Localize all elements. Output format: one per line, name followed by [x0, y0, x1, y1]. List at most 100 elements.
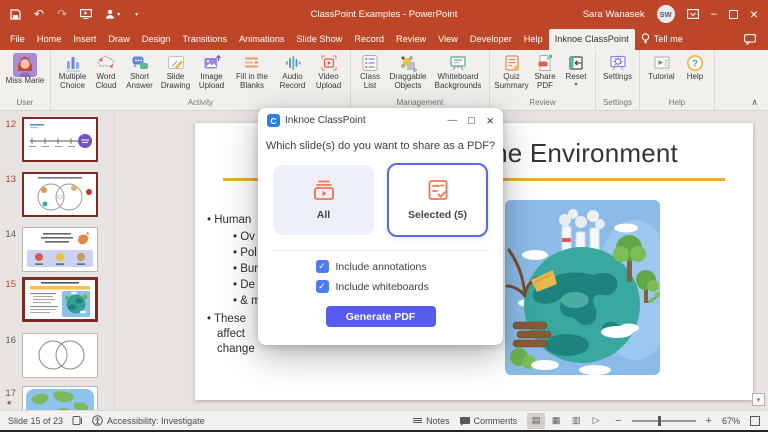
- zoom-slider-thumb[interactable]: [658, 415, 662, 426]
- tab-animations[interactable]: Animations: [233, 29, 290, 50]
- customize-qat-icon[interactable]: ▾: [135, 11, 138, 18]
- thumbnail-slide-14[interactable]: [22, 227, 98, 272]
- svg-text:?: ?: [692, 58, 698, 69]
- notes-toggle[interactable]: Notes: [413, 416, 450, 426]
- tab-developer[interactable]: Developer: [464, 29, 518, 50]
- thumbnail-slide-17[interactable]: [22, 386, 98, 410]
- zoom-level[interactable]: 67%: [722, 416, 740, 426]
- image-upload-button[interactable]: Image Upload: [195, 53, 228, 91]
- undo-icon[interactable]: ↶: [34, 8, 44, 20]
- share-pdf-dialog: C Inknoe ClassPoint — × Which slide(s) d…: [258, 108, 503, 345]
- option-selected-label: Selected (5): [408, 209, 467, 221]
- tab-record[interactable]: Record: [348, 29, 390, 50]
- video-upload-icon: [320, 55, 337, 71]
- fit-to-window-button[interactable]: [750, 415, 760, 426]
- reset-icon: [569, 56, 583, 70]
- tell-me-search[interactable]: Tell me: [635, 28, 689, 50]
- dialog-close-button[interactable]: ×: [486, 114, 494, 127]
- generate-pdf-button[interactable]: Generate PDF: [325, 306, 436, 327]
- slide-number: 16: [5, 335, 16, 346]
- ribbon-group-settings: Settings Settings: [596, 50, 640, 110]
- slide-number: 12: [5, 119, 16, 130]
- comments-toggle[interactable]: Comments: [459, 416, 517, 426]
- account-avatar[interactable]: SW: [656, 5, 675, 23]
- option-all-card[interactable]: All: [273, 165, 374, 235]
- thumbnail-slide-15-current[interactable]: [22, 277, 98, 322]
- zoom-out-button[interactable]: −: [615, 415, 621, 427]
- slide-bullet: These: [207, 313, 246, 325]
- reset-button[interactable]: Reset ▾: [562, 53, 590, 89]
- tab-inknoe-classpoint[interactable]: Inknoe ClassPoint: [548, 29, 635, 50]
- dialog-minimize-button[interactable]: —: [447, 115, 457, 126]
- tab-view[interactable]: View: [432, 29, 464, 50]
- ribbon-display-options-icon[interactable]: [686, 9, 699, 19]
- include-annotations-row[interactable]: ✓ Include annotations: [315, 260, 446, 273]
- collapse-ribbon-icon[interactable]: ∧: [751, 97, 758, 108]
- zoom-slider[interactable]: [631, 415, 696, 426]
- user-presence-icon[interactable]: ▾: [105, 9, 120, 19]
- slide-number: 17: [5, 388, 16, 399]
- scroll-next-button[interactable]: ▾: [752, 393, 765, 406]
- user-profile-button[interactable]: Miss Marie: [5, 53, 45, 86]
- minimize-button[interactable]: –: [711, 8, 717, 20]
- settings-button[interactable]: Settings: [601, 53, 634, 82]
- word-cloud-button[interactable]: Word Cloud: [92, 53, 120, 91]
- tab-transitions[interactable]: Transitions: [176, 29, 233, 50]
- tutorial-button[interactable]: Tutorial: [645, 53, 678, 82]
- short-answer-button[interactable]: Short Answer: [123, 53, 156, 91]
- reset-dropdown-caret[interactable]: ▾: [574, 82, 577, 89]
- tab-draw[interactable]: Draw: [102, 29, 135, 50]
- account-name[interactable]: Sara Wanasek: [583, 9, 645, 20]
- slide-thumbnail-panel: 12 13 14 15 16 17 ★: [0, 111, 115, 410]
- include-whiteboards-row[interactable]: ✓ Include whiteboards: [315, 280, 446, 293]
- save-icon[interactable]: [10, 8, 21, 20]
- thumbnail-slide-16[interactable]: [22, 333, 98, 378]
- reading-view-button[interactable]: ▥: [567, 413, 585, 429]
- draggable-objects-button[interactable]: Draggable Objects: [387, 53, 429, 91]
- fill-in-the-blanks-button[interactable]: Fill in the Blanks: [231, 53, 273, 91]
- audio-waveform-icon: [285, 56, 301, 70]
- accessibility-checker[interactable]: Accessibility: Investigate: [92, 415, 205, 426]
- slide-bullet: Bur: [233, 263, 258, 275]
- environment-illustration: [505, 200, 660, 375]
- slideshow-view-button[interactable]: ▷: [587, 413, 605, 429]
- comments-panel-icon[interactable]: [736, 29, 764, 50]
- tab-home[interactable]: Home: [31, 29, 68, 50]
- video-upload-button[interactable]: Video Upload: [312, 53, 345, 91]
- zoom-in-button[interactable]: +: [706, 415, 712, 427]
- tab-review[interactable]: Review: [390, 29, 432, 50]
- group-label-help: Help: [668, 98, 686, 107]
- ribbon-group-help: Tutorial ? Help Help: [640, 50, 715, 110]
- quiz-summary-button[interactable]: Quiz Summary: [494, 53, 529, 91]
- class-list-button[interactable]: Class List: [356, 53, 384, 91]
- dialog-maximize-button[interactable]: [468, 117, 476, 124]
- help-button[interactable]: ? Help: [681, 53, 709, 82]
- slide-drawing-button[interactable]: Slide Drawing: [159, 53, 192, 91]
- normal-view-button[interactable]: ▤: [527, 412, 546, 429]
- tab-design[interactable]: Design: [136, 29, 177, 50]
- slide-sorter-view-button[interactable]: ▦: [547, 413, 565, 429]
- bar-chart-icon: [65, 57, 80, 72]
- accessibility-icon: [92, 415, 103, 426]
- tutorial-play-icon: [654, 56, 669, 69]
- audio-record-button[interactable]: Audio Record: [276, 53, 309, 91]
- checkbox-annotations[interactable]: ✓: [315, 260, 329, 273]
- tab-slide-show[interactable]: Slide Show: [290, 29, 348, 50]
- option-selected-card[interactable]: Selected (5): [387, 163, 488, 237]
- share-pdf-button[interactable]: Share PDF: [531, 53, 559, 91]
- tab-insert[interactable]: Insert: [67, 29, 102, 50]
- ribbon-group-user: Miss Marie User: [0, 50, 51, 110]
- maximize-button[interactable]: [728, 9, 738, 19]
- tab-help[interactable]: Help: [518, 29, 549, 50]
- whiteboard-backgrounds-button[interactable]: Whiteboard Backgrounds: [432, 53, 484, 91]
- thumbnail-slide-13[interactable]: [22, 172, 98, 217]
- display-settings-icon[interactable]: [72, 415, 83, 426]
- close-button[interactable]: ×: [750, 7, 758, 21]
- question-mark-icon: ?: [687, 55, 703, 71]
- tab-file[interactable]: File: [4, 29, 31, 50]
- checkbox-whiteboards[interactable]: ✓: [315, 280, 329, 293]
- start-slideshow-icon[interactable]: [80, 9, 93, 19]
- thumbnail-slide-12[interactable]: [22, 117, 98, 162]
- slide-indicator[interactable]: Slide 15 of 23: [8, 416, 63, 426]
- multiple-choice-button[interactable]: Multiple Choice: [56, 53, 89, 91]
